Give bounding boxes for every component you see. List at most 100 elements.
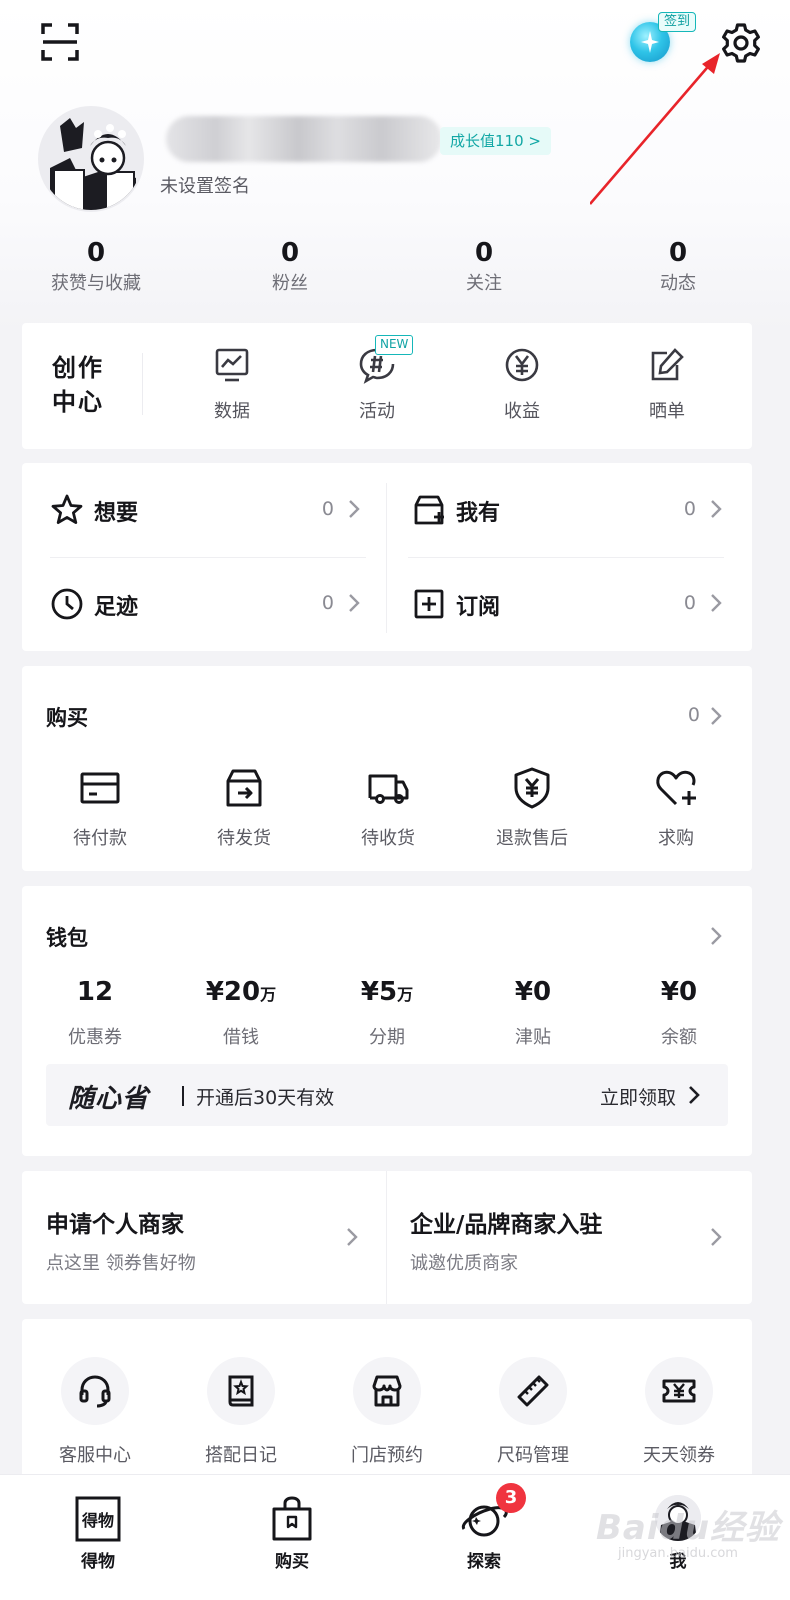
customer-service-button[interactable]: 客服中心 (30, 1357, 160, 1467)
creator-item-label: 晒单 (649, 401, 685, 422)
purchase-item-label: 待付款 (73, 828, 127, 849)
chevron-right-icon (711, 594, 722, 612)
divider (182, 1086, 184, 1106)
purchase-count: 0 (687, 704, 700, 726)
quick-entry-label: 想要 (94, 501, 139, 526)
wishlist-entry[interactable]: 想要 0 (50, 485, 360, 535)
wallet-installment[interactable]: ¥5万 分期 (322, 974, 452, 1049)
chevron-right-icon (711, 1228, 722, 1246)
personal-merchant-entry[interactable]: 申请个人商家 点这里 领券售好物 (22, 1171, 386, 1304)
book-icon (228, 1375, 254, 1407)
tab-label: 得物 (81, 1552, 115, 1572)
quick-entry-count: 0 (683, 592, 696, 614)
creator-activity-button[interactable]: NEW 活动 (327, 335, 427, 423)
tab-label: 探索 (467, 1552, 501, 1572)
new-badge: NEW (375, 335, 414, 355)
plus-square-icon (414, 589, 444, 619)
chevron-right-icon (347, 1228, 358, 1246)
creator-item-label: 收益 (504, 401, 540, 422)
creator-showcase-button[interactable]: 晒单 (617, 345, 717, 423)
quick-entry-count: 0 (321, 592, 334, 614)
divider (50, 557, 366, 558)
wallet-coupons[interactable]: 12 优惠券 (30, 974, 160, 1049)
footprint-entry[interactable]: 足迹 0 (50, 579, 360, 629)
owned-entry[interactable]: 我有 0 (412, 485, 722, 535)
merchant-subtitle: 诚邀优质商家 (410, 1253, 518, 1274)
tool-label: 尺码管理 (497, 1445, 569, 1466)
watermark-url: jingyan.baidu.com (618, 1546, 738, 1561)
growth-value-badge[interactable]: 成长值110 > (440, 127, 551, 155)
star-icon (51, 494, 83, 524)
purchase-title[interactable]: 购买 (46, 702, 88, 732)
stat-value: 0 (280, 238, 300, 268)
chevron-right-icon (349, 500, 360, 518)
promo-claim-link[interactable]: 立即领取 (600, 1083, 676, 1110)
profile-avatar[interactable] (38, 106, 144, 212)
chevron-right-icon[interactable] (710, 706, 722, 726)
chevron-right-icon (689, 1086, 700, 1104)
wallet-card: 钱包 12 优惠券 ¥20万 借钱 ¥5万 分期 ¥0 津贴 ¥0 余额 随心省… (22, 886, 752, 1156)
clock-icon (51, 588, 83, 620)
promo-banner[interactable]: 随心省 开通后30天有效 立即领取 (46, 1064, 728, 1126)
yuan-icon (505, 348, 539, 382)
notification-badge: 3 (496, 1483, 526, 1513)
stat-value: 0 (668, 238, 688, 268)
refund-service-button[interactable]: 退款售后 (472, 766, 592, 850)
purchase-item-label: 退款售后 (496, 828, 568, 849)
wallet-label: 分期 (369, 1027, 405, 1048)
want-to-buy-button[interactable]: 求购 (616, 766, 736, 850)
stat-fans[interactable]: 0 粉丝 (210, 236, 370, 298)
promo-text: 开通后30天有效 (196, 1087, 335, 1109)
wallet-value: ¥0 (660, 977, 698, 1007)
signature-text[interactable]: 未设置签名 (160, 172, 250, 198)
enterprise-merchant-entry[interactable]: 企业/品牌商家入驻 诚邀优质商家 (386, 1171, 750, 1304)
wallet-value: ¥5 (360, 977, 398, 1007)
outfit-diary-button[interactable]: 搭配日记 (176, 1357, 306, 1467)
ticket-icon (662, 1379, 696, 1403)
wallet-title[interactable]: 钱包 (46, 922, 88, 952)
tab-explore[interactable]: 3 探索 (424, 1483, 544, 1572)
wallet-value: ¥20 (205, 977, 261, 1007)
stat-label: 粉丝 (272, 273, 308, 294)
wallet-loan[interactable]: ¥20万 借钱 (176, 974, 306, 1049)
pending-shipment-button[interactable]: 待发货 (184, 766, 304, 850)
quick-entry-label: 足迹 (94, 595, 139, 620)
creator-center-title[interactable]: 创作中心 (52, 351, 112, 419)
stat-label: 动态 (660, 273, 696, 294)
stat-following[interactable]: 0 关注 (404, 236, 564, 298)
chart-icon (215, 348, 249, 382)
package-icon (226, 769, 262, 807)
stat-label: 关注 (466, 273, 502, 294)
scan-button[interactable] (40, 22, 80, 62)
chevron-right-icon[interactable] (710, 926, 722, 946)
chevron-right-icon (711, 500, 722, 518)
pending-payment-button[interactable]: 待付款 (40, 766, 160, 850)
stat-value: 0 (86, 238, 106, 268)
edit-icon (651, 348, 684, 381)
tool-label: 搭配日记 (205, 1445, 277, 1466)
divider (408, 557, 724, 558)
box-icon (414, 495, 444, 525)
creator-item-label: 数据 (214, 401, 250, 422)
wallet-unit: 万 (260, 985, 277, 1004)
wallet-allowance[interactable]: ¥0 津贴 (468, 974, 598, 1049)
stat-posts[interactable]: 0 动态 (598, 236, 758, 298)
creator-income-button[interactable]: 收益 (472, 345, 572, 423)
store-booking-button[interactable]: 门店预约 (322, 1357, 452, 1467)
sign-in-label: 签到 (658, 12, 697, 32)
tab-dewu[interactable]: 得物 得物 (38, 1495, 158, 1572)
size-management-button[interactable]: 尺码管理 (468, 1357, 598, 1467)
stat-likes[interactable]: 0 获赞与收藏 (16, 236, 176, 298)
wallet-unit: 万 (397, 985, 414, 1004)
merchant-title: 申请个人商家 (46, 1212, 184, 1238)
wallet-balance[interactable]: ¥0 余额 (614, 974, 744, 1049)
daily-coupon-button[interactable]: 天天领券 (614, 1357, 744, 1467)
tool-label: 门店预约 (351, 1445, 423, 1466)
tab-buy[interactable]: 购买 (232, 1495, 352, 1572)
shield-yuan-icon (514, 767, 550, 809)
pending-receipt-button[interactable]: 待收货 (328, 766, 448, 850)
subscription-entry[interactable]: 订阅 0 (412, 579, 722, 629)
quick-entries-card: 想要 0 我有 0 足迹 0 订阅 0 (22, 463, 752, 651)
headset-icon (79, 1375, 111, 1408)
creator-data-button[interactable]: 数据 (182, 345, 282, 423)
